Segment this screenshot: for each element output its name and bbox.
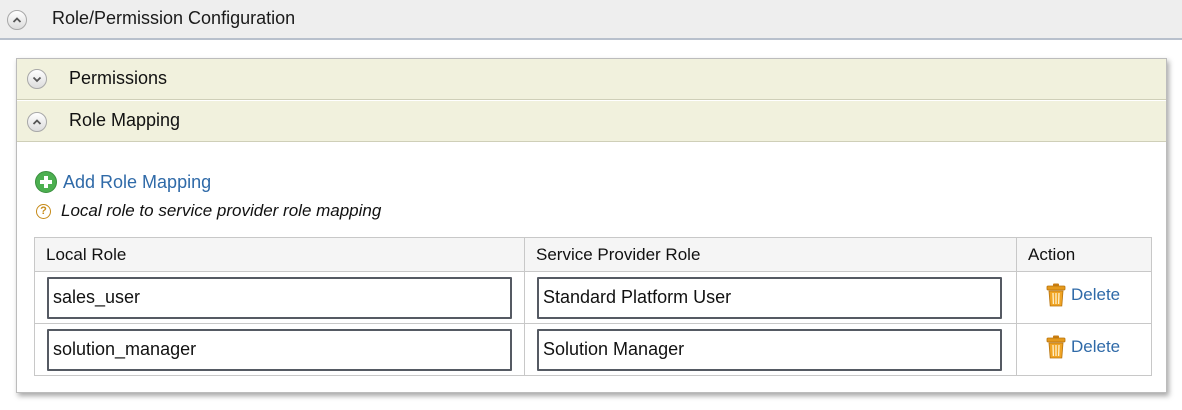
sp-role-cell xyxy=(524,323,1017,376)
help-text: Local role to service provider role mapp… xyxy=(61,201,382,220)
column-header-local-role: Local Role xyxy=(34,237,525,272)
trash-icon xyxy=(1046,335,1066,359)
chevron-up-icon[interactable] xyxy=(27,112,47,132)
role-permission-configuration-header[interactable]: Role/Permission Configuration xyxy=(0,0,1182,40)
table-row: Delete xyxy=(34,323,1152,376)
delete-label: Delete xyxy=(1071,337,1121,356)
question-circle-icon: ? xyxy=(36,203,51,219)
permissions-title: Permissions xyxy=(69,68,168,88)
column-header-service-provider-role: Service Provider Role xyxy=(524,237,1017,272)
delete-label: Delete xyxy=(1071,285,1121,304)
service-provider-role-input[interactable] xyxy=(537,328,1002,371)
column-header-action: Action xyxy=(1016,237,1152,272)
help-text-row: ? Local role to service provider role ma… xyxy=(35,201,381,221)
local-role-cell xyxy=(34,271,525,324)
delete-button[interactable]: Delete xyxy=(1046,283,1120,307)
chevron-up-icon[interactable] xyxy=(7,10,27,30)
local-role-cell xyxy=(34,323,525,376)
section-title: Role/Permission Configuration xyxy=(52,8,296,28)
add-role-mapping-label: Add Role Mapping xyxy=(63,171,212,192)
role-permission-panel: Permissions Role Mapping Add Role Mappin… xyxy=(16,58,1167,393)
sp-role-cell xyxy=(524,271,1017,324)
action-cell: Delete xyxy=(1016,271,1152,324)
chevron-down-icon[interactable] xyxy=(27,69,47,89)
plus-circle-icon xyxy=(35,171,57,193)
role-mapping-table: Local Role Service Provider Role Action xyxy=(34,237,1152,376)
action-cell: Delete xyxy=(1016,323,1152,376)
add-role-mapping-link[interactable]: Add Role Mapping xyxy=(35,171,211,193)
table-row: Delete xyxy=(34,271,1152,324)
trash-icon xyxy=(1046,283,1066,307)
table-header-row: Local Role Service Provider Role Action xyxy=(34,237,1152,272)
local-role-input[interactable] xyxy=(47,328,512,371)
role-mapping-subsection-header[interactable]: Role Mapping xyxy=(17,101,1166,142)
local-role-input[interactable] xyxy=(47,276,512,319)
delete-button[interactable]: Delete xyxy=(1046,335,1120,359)
permissions-subsection-header[interactable]: Permissions xyxy=(17,59,1166,100)
role-mapping-title: Role Mapping xyxy=(69,110,181,130)
service-provider-role-input[interactable] xyxy=(537,276,1002,319)
